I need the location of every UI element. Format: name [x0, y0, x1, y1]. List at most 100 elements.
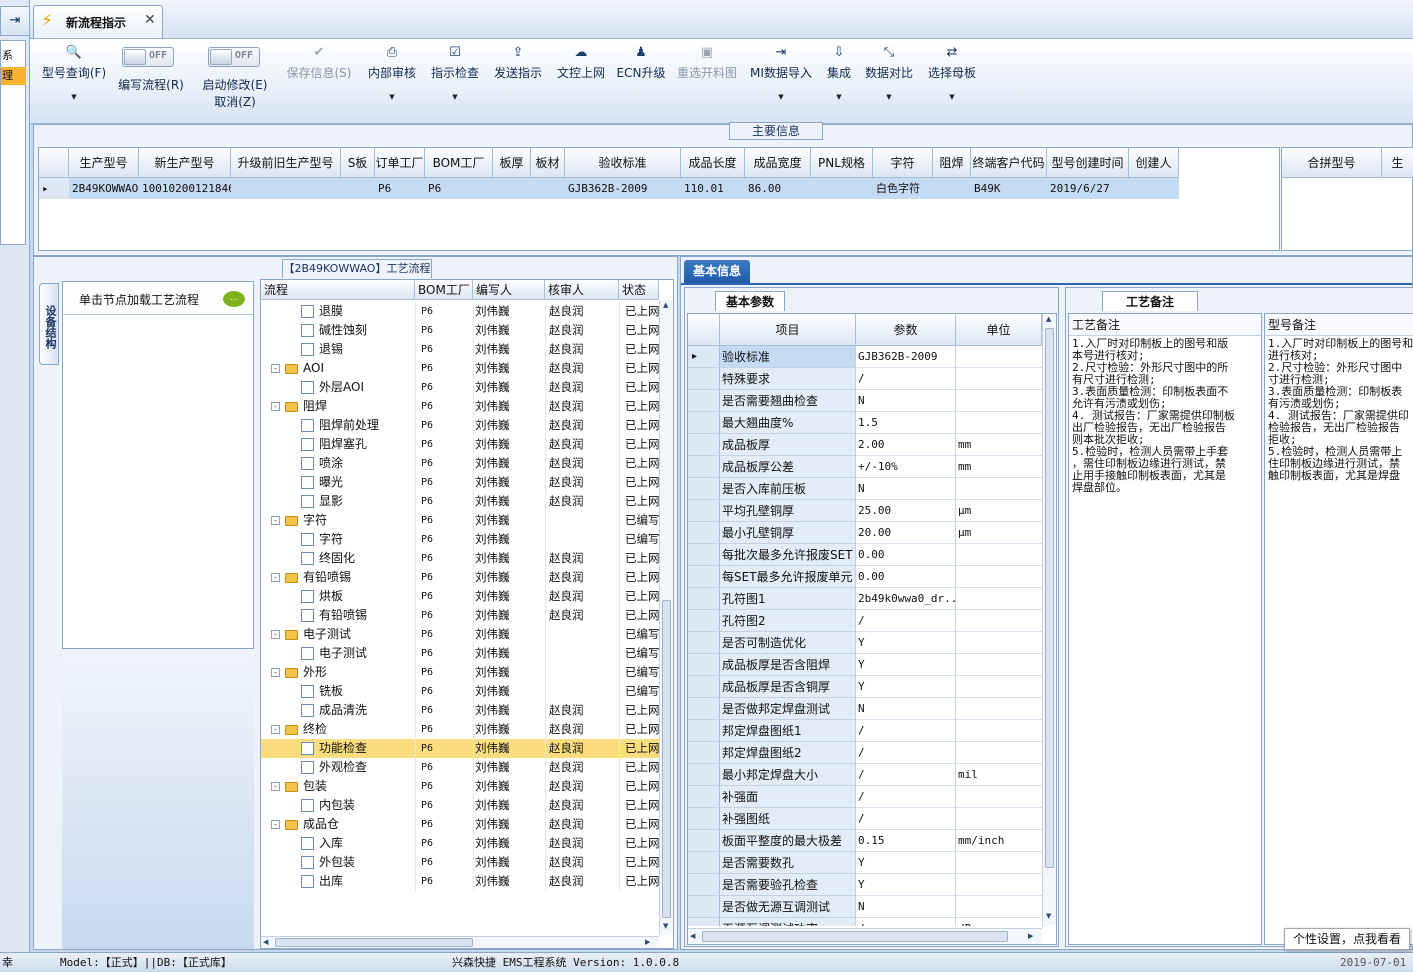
left-nav-item-selected[interactable]: 理	[1, 67, 26, 85]
scroll-right-icon[interactable]: ▶	[1028, 932, 1033, 940]
param-unit[interactable]: mm	[956, 434, 1042, 456]
param-row[interactable]: 是否做邦定焊盘测试 N	[688, 698, 1042, 720]
column-header[interactable]: 字符	[873, 148, 933, 178]
param-row[interactable]: 每SET最多允许报废单元 0.00	[688, 566, 1042, 588]
scroll-down-icon[interactable]: ▼	[1046, 912, 1051, 920]
row-indicator[interactable]	[688, 874, 720, 896]
scroll-left-icon[interactable]: ◀	[690, 932, 695, 940]
flow-tree-row[interactable]: - 有铅喷锡 P6 刘伟巍 赵良润 已上网	[261, 568, 659, 587]
scroll-down-icon[interactable]: ▼	[663, 922, 668, 930]
reselect-cut-drawing-button[interactable]: ▣ 重选开料图	[674, 39, 740, 125]
param-value[interactable]: /	[856, 918, 956, 926]
flow-tree-row[interactable]: 铣板 P6 刘伟巍 已编写	[261, 682, 659, 701]
param-unit[interactable]	[956, 852, 1042, 874]
param-unit[interactable]	[956, 632, 1042, 654]
cancel-label[interactable]: 取消(Z)	[198, 93, 272, 110]
param-unit[interactable]: μm	[956, 522, 1042, 544]
param-value[interactable]: Y	[856, 676, 956, 698]
flow-tree-row[interactable]: 入库 P6 刘伟巍 赵良润 已上网	[261, 834, 659, 853]
doc-control-online-button[interactable]: ☁ 文控上网	[554, 39, 608, 125]
column-header[interactable]: 终端客户代码	[971, 148, 1047, 178]
column-header[interactable]: 状态	[619, 280, 659, 300]
column-header[interactable]: S板	[341, 148, 375, 178]
param-row[interactable]: 补强面 /	[688, 786, 1042, 808]
chevron-down-icon[interactable]: ▼	[428, 93, 482, 101]
chevron-down-icon[interactable]: ▼	[822, 93, 856, 101]
param-unit[interactable]	[956, 544, 1042, 566]
ecn-upgrade-button[interactable]: ♟ ECN升级	[614, 39, 668, 125]
process-remark-box[interactable]: 工艺备注 1.入厂时对印制板上的图号和版 本号进行核对; 2.尺寸检验：外形尺寸…	[1068, 313, 1262, 945]
table-cell[interactable]	[811, 178, 873, 199]
table-cell[interactable]: 110.01	[681, 178, 745, 199]
flow-tree-row[interactable]: - 阻焊 P6 刘伟巍 赵良润 已上网	[261, 397, 659, 416]
integrate-button[interactable]: ⇩ 集成 ▼	[822, 39, 856, 125]
model-remark-box[interactable]: 型号备注 1.入厂时对印制板上的图号和 进行核对; 2.尺寸检验：外形尺寸图中 …	[1264, 313, 1413, 945]
row-indicator[interactable]	[688, 764, 720, 786]
param-value[interactable]: /	[856, 368, 956, 390]
close-icon[interactable]: ✕	[144, 12, 156, 28]
param-unit[interactable]	[956, 346, 1042, 368]
param-row[interactable]: 成品板厚是否含阻焊 Y	[688, 654, 1042, 676]
column-header[interactable]: BOM工厂	[415, 280, 473, 300]
row-indicator[interactable]	[688, 632, 720, 654]
param-value[interactable]: Y	[856, 874, 956, 896]
row-indicator[interactable]	[688, 588, 720, 610]
column-header[interactable]: 生	[1382, 148, 1413, 178]
row-indicator[interactable]	[688, 390, 720, 412]
edit-flow-toggle[interactable]: OFF 编写流程(R)	[114, 39, 188, 125]
param-unit[interactable]	[956, 698, 1042, 720]
param-row[interactable]: 最小孔壁铜厚 20.00 μm	[688, 522, 1042, 544]
save-info-button[interactable]: ✔ 保存信息(S)	[284, 39, 354, 125]
row-indicator[interactable]	[688, 808, 720, 830]
param-value[interactable]: 0.00	[856, 544, 956, 566]
internal-review-button[interactable]: ⎙ 内部审核 ▼	[364, 39, 420, 125]
param-unit[interactable]	[956, 654, 1042, 676]
column-header[interactable]: 项目	[720, 314, 856, 346]
flow-tree-row[interactable]: - 电子测试 P6 刘伟巍 已编写	[261, 625, 659, 644]
flow-tree-row[interactable]: 曝光 P6 刘伟巍 赵良润 已上网	[261, 473, 659, 492]
left-nav-item[interactable]: 系	[1, 47, 26, 65]
table-cell[interactable]: P6	[375, 178, 425, 199]
row-indicator[interactable]	[688, 544, 720, 566]
param-value[interactable]: 0.00	[856, 566, 956, 588]
column-header[interactable]: 升级前旧生产型号	[231, 148, 341, 178]
flow-tree-row[interactable]: - 字符 P6 刘伟巍 已编写	[261, 511, 659, 530]
param-row[interactable]: 最大翘曲度% 1.5	[688, 412, 1042, 434]
flow-tree-row[interactable]: 外包装 P6 刘伟巍 赵良润 已上网	[261, 853, 659, 872]
param-unit[interactable]	[956, 390, 1042, 412]
param-value[interactable]: /	[856, 808, 956, 830]
param-row[interactable]: 成品板厚是否含铜厚 Y	[688, 676, 1042, 698]
param-row[interactable]: 是否可制造优化 Y	[688, 632, 1042, 654]
param-value[interactable]: N	[856, 896, 956, 918]
collapse-icon[interactable]: -	[271, 820, 280, 829]
row-indicator[interactable]	[688, 896, 720, 918]
check-instruction-button[interactable]: ☑ 指示检查 ▼	[428, 39, 482, 125]
column-header[interactable]: 验收标准	[565, 148, 681, 178]
scroll-left-icon[interactable]: ◀	[263, 938, 268, 946]
column-header[interactable]: 核审人	[545, 280, 619, 300]
horizontal-scrollbar[interactable]: ◀ ▶	[261, 936, 659, 948]
flow-tree-row[interactable]: 字符 P6 刘伟巍 已编写	[261, 530, 659, 549]
row-indicator[interactable]	[688, 566, 720, 588]
scroll-right-icon[interactable]: ▶	[645, 938, 650, 946]
collapse-icon[interactable]: -	[271, 573, 280, 582]
param-unit[interactable]: μm	[956, 500, 1042, 522]
param-unit[interactable]	[956, 368, 1042, 390]
scroll-up-icon[interactable]: ▲	[663, 301, 668, 309]
collapse-icon[interactable]: -	[271, 364, 280, 373]
column-header[interactable]: 新生产型号	[139, 148, 231, 178]
param-unit[interactable]	[956, 676, 1042, 698]
chevron-down-icon[interactable]: ▼	[38, 93, 110, 101]
row-indicator[interactable]	[688, 478, 720, 500]
param-value[interactable]: N	[856, 698, 956, 720]
param-unit[interactable]	[956, 808, 1042, 830]
flow-tree-row[interactable]: 外观检查 P6 刘伟巍 赵良润 已上网	[261, 758, 659, 777]
row-indicator[interactable]	[688, 918, 720, 926]
table-cell[interactable]	[531, 178, 565, 199]
table-cell[interactable]	[493, 178, 531, 199]
param-row[interactable]: 特殊要求 /	[688, 368, 1042, 390]
column-header[interactable]: 生产型号	[69, 148, 139, 178]
param-value[interactable]: /	[856, 720, 956, 742]
row-indicator[interactable]	[688, 456, 720, 478]
select-mother-board-button[interactable]: ⇄ 选择母板 ▼	[924, 39, 980, 125]
